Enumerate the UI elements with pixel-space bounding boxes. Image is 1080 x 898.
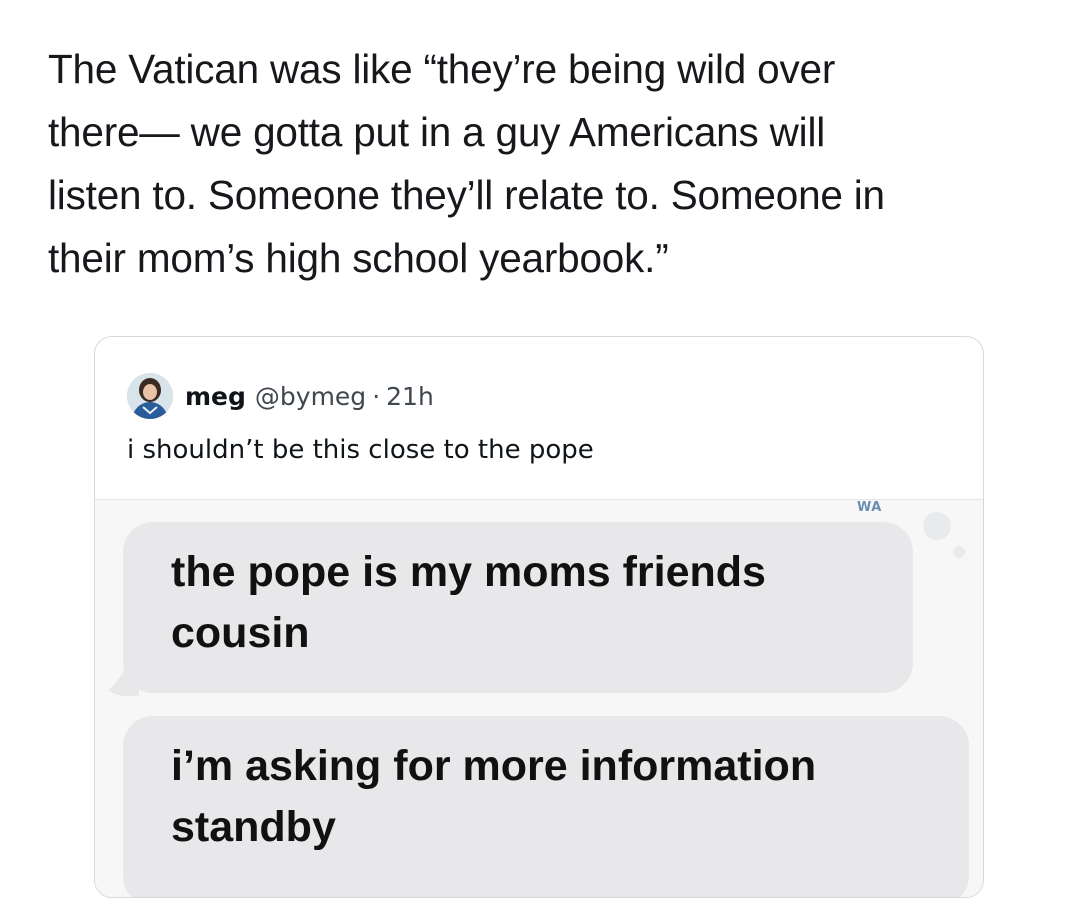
author-handle[interactable]: @bymeg [255, 382, 366, 411]
author-separator: · [372, 381, 381, 411]
media-watermark: WA [857, 500, 882, 515]
quoted-tweet-text: i shouldn’t be this close to the pope [127, 435, 594, 465]
quoted-tweet-card[interactable]: meg @bymeg · 21h i shouldn’t be this clo… [94, 336, 984, 898]
quoted-tweet-header: meg @bymeg · 21h [127, 372, 434, 420]
avatar[interactable] [127, 373, 173, 419]
post-text: The Vatican was like “they’re being wild… [48, 46, 885, 281]
message-bubble: i’m asking for more information standby [123, 716, 969, 897]
author-name[interactable]: meg [185, 382, 246, 411]
avatar-image [127, 373, 173, 419]
quoted-tweet-media[interactable]: WA the pope is my moms friends cousin i’… [95, 499, 983, 897]
decorative-bubble-dot-small [953, 546, 965, 558]
decorative-bubble-dot-large [923, 512, 951, 540]
tweet-timestamp[interactable]: 21h [386, 382, 434, 411]
message-bubble: the pope is my moms friends cousin [123, 522, 913, 693]
